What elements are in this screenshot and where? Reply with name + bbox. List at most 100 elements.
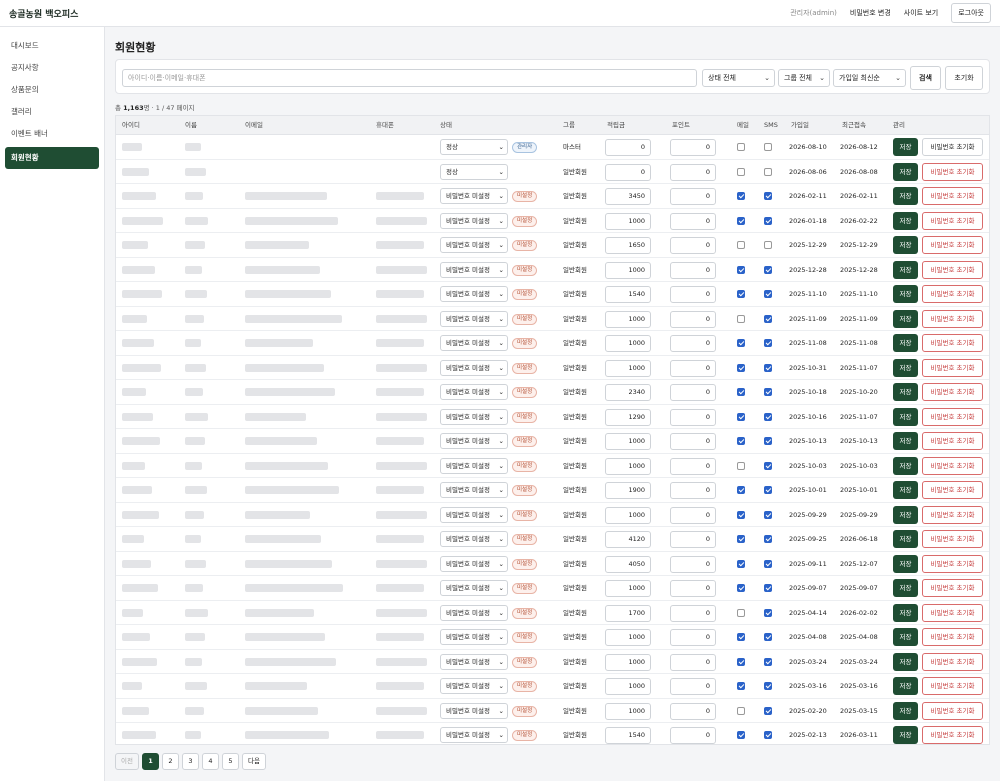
sms-checkbox[interactable] xyxy=(764,216,772,225)
save-button[interactable]: 저장 xyxy=(893,187,918,205)
reset-password-button[interactable]: 비밀번호 초기화 xyxy=(922,701,983,720)
points-input[interactable]: 0 xyxy=(670,629,716,646)
sms-checkbox[interactable] xyxy=(764,167,772,176)
sort-select[interactable]: 가입일 최신순 ⌄ xyxy=(833,69,906,87)
next-page-button[interactable]: 다음 xyxy=(241,753,266,770)
reserve-input[interactable]: 1000 xyxy=(605,359,651,377)
reset-password-button[interactable]: 비밀번호 초기화 xyxy=(922,677,983,695)
status-select[interactable]: 비밀번호 미설정 ⌄ xyxy=(440,653,508,670)
mail-checkbox[interactable] xyxy=(737,559,745,568)
save-button[interactable]: 저장 xyxy=(893,652,918,671)
points-input[interactable]: 0 xyxy=(670,310,716,328)
status-select[interactable]: 비밀번호 미설정 ⌄ xyxy=(440,261,508,278)
reset-password-button[interactable]: 비밀번호 초기화 xyxy=(922,603,983,622)
sms-checkbox[interactable] xyxy=(764,510,772,519)
reset-password-button[interactable]: 비밀번호 초기화 xyxy=(922,726,983,744)
mail-checkbox[interactable] xyxy=(737,290,745,298)
points-input[interactable]: 0 xyxy=(670,286,716,303)
save-button[interactable]: 저장 xyxy=(893,162,918,181)
reserve-input[interactable]: 1540 xyxy=(605,727,651,744)
points-input[interactable]: 0 xyxy=(670,457,716,475)
save-button[interactable]: 저장 xyxy=(893,236,918,254)
reserve-input[interactable]: 1650 xyxy=(605,237,651,254)
reset-password-button[interactable]: 비밀번호 초기화 xyxy=(922,383,983,401)
reserve-input[interactable]: 1000 xyxy=(605,457,651,475)
view-site-link[interactable]: 사이트 보기 xyxy=(904,8,938,18)
points-input[interactable]: 0 xyxy=(670,727,716,744)
mail-checkbox[interactable] xyxy=(737,706,745,715)
sms-checkbox[interactable] xyxy=(764,363,772,372)
points-input[interactable]: 0 xyxy=(670,163,716,181)
reset-password-button[interactable]: 비밀번호 초기화 xyxy=(922,309,983,328)
reserve-input[interactable]: 1900 xyxy=(605,482,651,499)
mail-checkbox[interactable] xyxy=(737,584,745,592)
status-select[interactable]: 비밀번호 미설정 ⌄ xyxy=(440,482,508,498)
status-select[interactable]: 비밀번호 미설정 ⌄ xyxy=(440,310,508,327)
points-input[interactable]: 0 xyxy=(670,604,716,622)
status-select[interactable]: 비밀번호 미설정 ⌄ xyxy=(440,506,508,523)
save-button[interactable]: 저장 xyxy=(893,628,918,646)
points-input[interactable]: 0 xyxy=(670,188,716,205)
reset-password-button[interactable]: 비밀번호 초기화 xyxy=(922,628,983,646)
save-button[interactable]: 저장 xyxy=(893,530,918,548)
reserve-input[interactable]: 1000 xyxy=(605,629,651,646)
reset-filter-button[interactable]: 초기화 xyxy=(945,66,983,90)
reset-password-button[interactable]: 비밀번호 초기화 xyxy=(922,579,983,597)
status-select[interactable]: 비밀번호 미설정 ⌄ xyxy=(440,457,508,474)
sms-checkbox[interactable] xyxy=(764,412,772,421)
sms-checkbox[interactable] xyxy=(764,461,772,470)
sms-checkbox[interactable] xyxy=(764,339,772,347)
status-select[interactable]: 비밀번호 미설정 ⌄ xyxy=(440,678,508,694)
reserve-input[interactable]: 1000 xyxy=(605,212,651,230)
reserve-input[interactable]: 0 xyxy=(605,163,651,181)
save-button[interactable]: 저장 xyxy=(893,383,918,401)
points-input[interactable]: 0 xyxy=(670,261,716,279)
save-button[interactable]: 저장 xyxy=(893,505,918,524)
sms-checkbox[interactable] xyxy=(764,143,772,151)
reserve-input[interactable]: 1000 xyxy=(605,702,651,720)
status-select[interactable]: 비밀번호 미설정 ⌄ xyxy=(440,580,508,596)
change-password-link[interactable]: 비밀번호 변경 xyxy=(850,8,891,18)
mail-checkbox[interactable] xyxy=(737,143,745,151)
reserve-input[interactable]: 3450 xyxy=(605,188,651,205)
mail-checkbox[interactable] xyxy=(737,339,745,347)
save-button[interactable]: 저장 xyxy=(893,309,918,328)
points-input[interactable]: 0 xyxy=(670,384,716,401)
mail-checkbox[interactable] xyxy=(737,412,745,421)
reserve-input[interactable]: 0 xyxy=(605,139,651,156)
sms-checkbox[interactable] xyxy=(764,314,772,323)
reserve-input[interactable]: 1000 xyxy=(605,433,651,450)
reset-password-button[interactable]: 비밀번호 초기화 xyxy=(922,187,983,205)
reserve-input[interactable]: 1000 xyxy=(605,580,651,597)
reset-password-button[interactable]: 비밀번호 초기화 xyxy=(922,236,983,254)
status-select[interactable]: 비밀번호 미설정 ⌄ xyxy=(440,604,508,621)
points-input[interactable]: 0 xyxy=(670,139,716,156)
reset-password-button[interactable]: 비밀번호 초기화 xyxy=(922,530,983,548)
mail-checkbox[interactable] xyxy=(737,461,745,470)
mail-checkbox[interactable] xyxy=(737,633,745,641)
sms-checkbox[interactable] xyxy=(764,437,772,445)
status-filter-select[interactable]: 상태 전체 ⌄ xyxy=(702,69,775,87)
sms-checkbox[interactable] xyxy=(764,682,772,690)
reserve-input[interactable]: 1540 xyxy=(605,286,651,303)
save-button[interactable]: 저장 xyxy=(893,481,918,499)
sms-checkbox[interactable] xyxy=(764,265,772,274)
sms-checkbox[interactable] xyxy=(764,535,772,543)
reserve-input[interactable]: 1000 xyxy=(605,310,651,328)
points-input[interactable]: 0 xyxy=(670,408,716,426)
save-button[interactable]: 저장 xyxy=(893,358,918,377)
reserve-input[interactable]: 1700 xyxy=(605,604,651,622)
reset-password-button[interactable]: 비밀번호 초기화 xyxy=(922,358,983,377)
reserve-input[interactable]: 1000 xyxy=(605,506,651,524)
mail-checkbox[interactable] xyxy=(737,682,745,690)
sidebar-item[interactable]: 갤러리 xyxy=(5,103,99,121)
mail-checkbox[interactable] xyxy=(737,657,745,666)
reserve-input[interactable]: 4050 xyxy=(605,555,651,573)
sms-checkbox[interactable] xyxy=(764,633,772,641)
mail-checkbox[interactable] xyxy=(737,608,745,617)
status-select[interactable]: 비밀번호 미설정 ⌄ xyxy=(440,531,508,547)
sms-checkbox[interactable] xyxy=(764,388,772,396)
reserve-input[interactable]: 1000 xyxy=(605,335,651,352)
save-button[interactable]: 저장 xyxy=(893,334,918,352)
points-input[interactable]: 0 xyxy=(670,702,716,720)
